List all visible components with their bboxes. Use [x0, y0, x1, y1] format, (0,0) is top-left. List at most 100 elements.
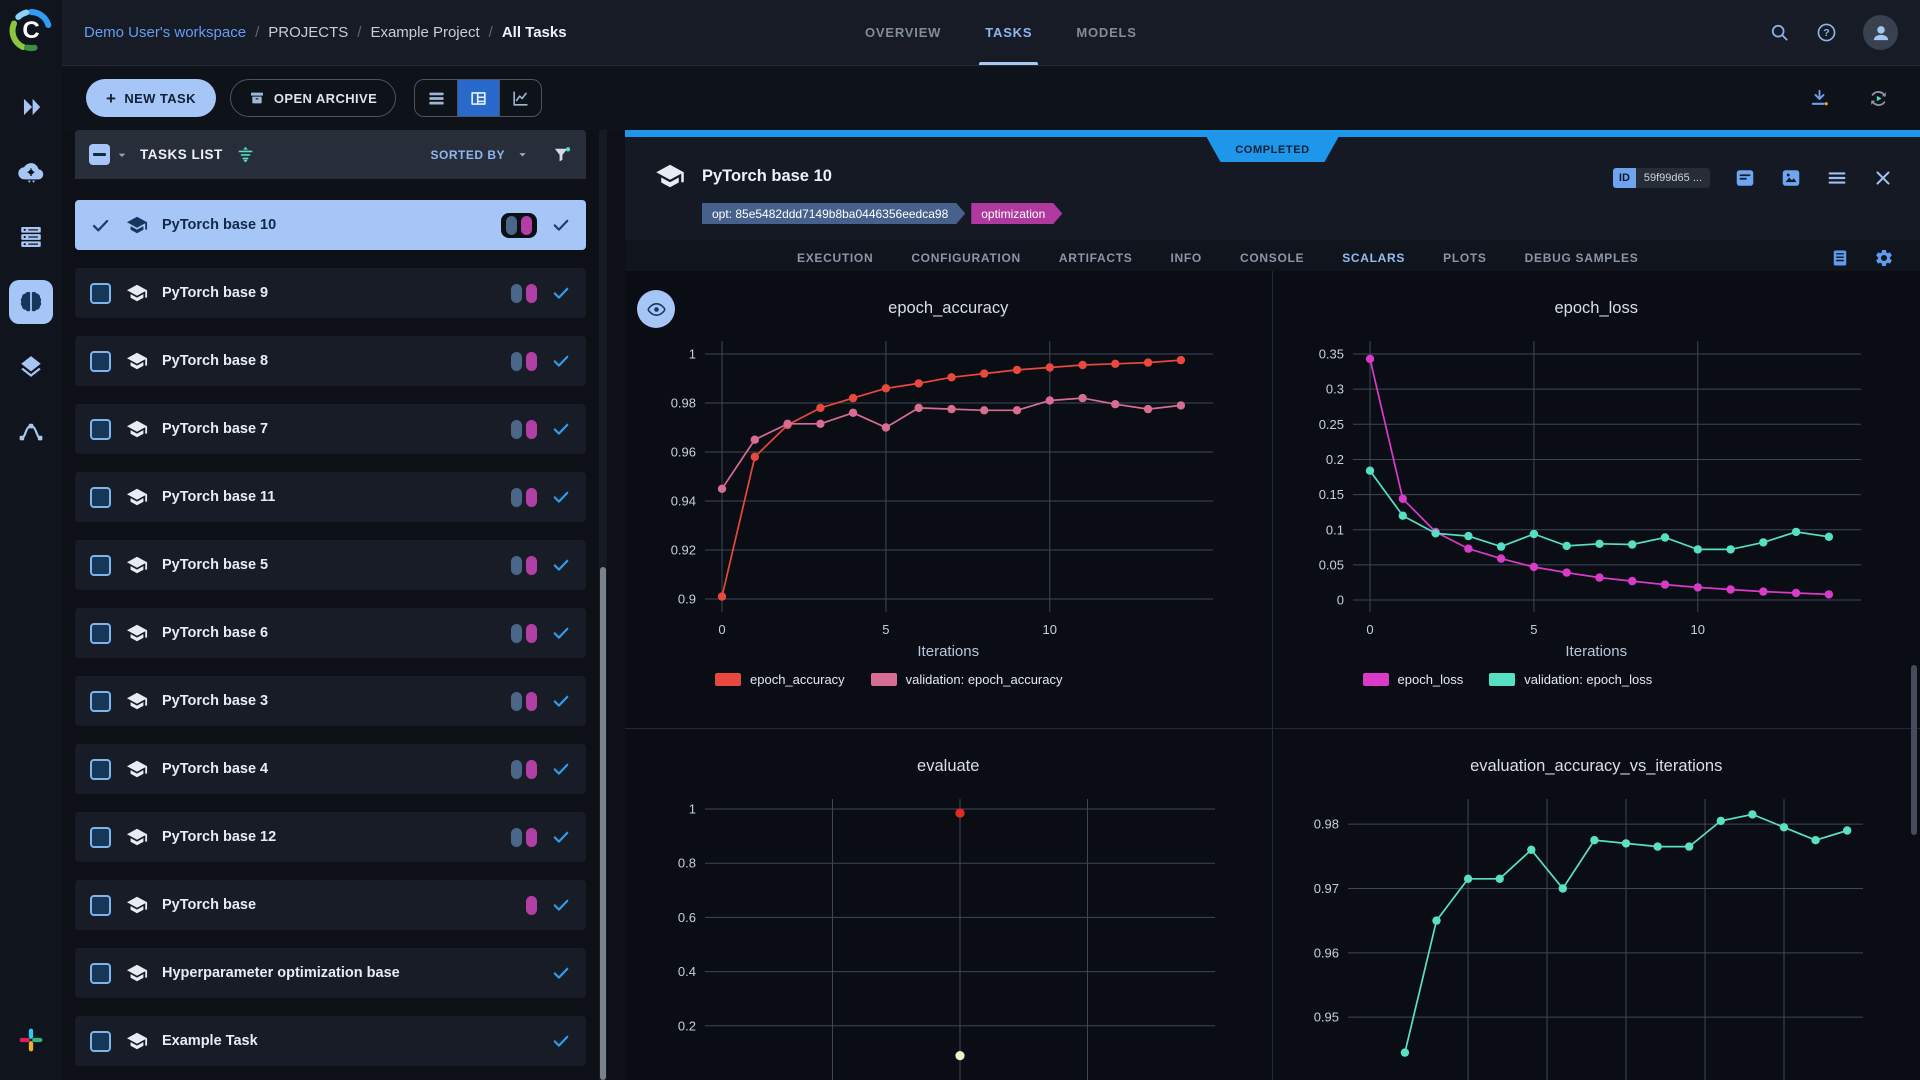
- task-row[interactable]: PyTorch base 4: [75, 744, 586, 794]
- task-row[interactable]: PyTorch base 7: [75, 404, 586, 454]
- svg-text:?: ?: [1823, 27, 1829, 39]
- metrics-table-icon[interactable]: [1830, 248, 1850, 268]
- chart-evaluation_accuracy_vs_iterations[interactable]: evaluation_accuracy_vs_iterations0.950.9…: [1273, 729, 1920, 1080]
- help-icon[interactable]: ?: [1816, 22, 1837, 43]
- task-checkbox[interactable]: [90, 555, 111, 576]
- task-checkbox[interactable]: [90, 1031, 111, 1052]
- image-icon[interactable]: [1780, 167, 1802, 189]
- new-task-label: NEW TASK: [124, 91, 196, 106]
- task-checkbox[interactable]: [90, 351, 111, 372]
- slack-icon: [18, 1027, 44, 1053]
- detail-panel-scrollbar[interactable]: [1911, 665, 1917, 835]
- gear-icon[interactable]: [1874, 248, 1894, 268]
- chart-plot[interactable]: 0.950.960.970.98: [1273, 785, 1920, 1080]
- task-row[interactable]: Example Task: [75, 1016, 586, 1066]
- legend-item[interactable]: validation: epoch_loss: [1489, 672, 1652, 687]
- svg-text:0.35: 0.35: [1318, 347, 1343, 362]
- split-view-button[interactable]: [457, 80, 499, 116]
- header-tab-overview[interactable]: OVERVIEW: [865, 0, 941, 65]
- scrollbar-thumb[interactable]: [600, 567, 606, 1080]
- tag-pill-slate: [506, 216, 517, 235]
- task-checkbox[interactable]: [90, 283, 111, 304]
- chart-plot[interactable]: 0.90.920.940.960.9810510: [625, 327, 1272, 639]
- task-tag[interactable]: opt: 85e5482ddd7149b8ba0446356eedca98: [702, 203, 965, 224]
- user-avatar[interactable]: [1863, 15, 1898, 50]
- comment-icon[interactable]: [1734, 167, 1756, 189]
- task-row[interactable]: PyTorch base 8: [75, 336, 586, 386]
- svg-text:0.9: 0.9: [678, 592, 696, 607]
- download-icon[interactable]: [1808, 87, 1831, 110]
- chart-epoch_loss[interactable]: epoch_loss00.050.10.150.20.250.30.350510…: [1273, 271, 1920, 729]
- open-archive-button[interactable]: OPEN ARCHIVE: [230, 79, 396, 117]
- task-name: PyTorch base 10: [162, 217, 276, 233]
- task-row[interactable]: Hyperparameter optimization base: [75, 948, 586, 998]
- breadcrumb-item[interactable]: Demo User's workspace: [84, 24, 246, 41]
- breadcrumb-item[interactable]: All Tasks: [502, 24, 567, 41]
- hide-show-metrics-button[interactable]: [637, 290, 675, 328]
- sidebar-item-autoscalers[interactable]: [9, 150, 53, 194]
- task-row[interactable]: PyTorch base 10: [75, 200, 586, 250]
- close-icon[interactable]: [1872, 167, 1894, 189]
- legend-item[interactable]: epoch_loss: [1363, 672, 1464, 687]
- slack-link[interactable]: [18, 1027, 44, 1058]
- sidebar-item-getting-started[interactable]: [9, 85, 53, 129]
- brain-icon: [18, 289, 44, 315]
- task-id-badge[interactable]: ID 59f99d65 ...: [1613, 168, 1710, 188]
- select-all-checkbox[interactable]: [89, 144, 110, 165]
- legend-item[interactable]: epoch_accuracy: [715, 672, 845, 687]
- header-tab-models[interactable]: MODELS: [1076, 0, 1136, 65]
- breadcrumb-item[interactable]: Example Project: [370, 24, 479, 41]
- task-checkbox[interactable]: [90, 487, 111, 508]
- task-checkbox[interactable]: [90, 419, 111, 440]
- menu-icon[interactable]: [1826, 167, 1848, 189]
- completed-check-icon: [551, 759, 571, 779]
- chart-view-button[interactable]: [499, 80, 541, 116]
- pipeline-icon: [18, 419, 44, 445]
- task-row[interactable]: PyTorch base 12: [75, 812, 586, 862]
- completed-check-icon: [551, 1031, 571, 1051]
- auto-refresh-icon[interactable]: [1867, 87, 1890, 110]
- sidebar-item-workers-queues[interactable]: [9, 215, 53, 259]
- sidebar-item-projects[interactable]: [9, 280, 53, 324]
- header-tab-tasks[interactable]: TASKS: [985, 0, 1032, 65]
- tag-pill-slate: [511, 624, 522, 643]
- chart-plot[interactable]: 0.20.40.60.81: [625, 785, 1272, 1080]
- breadcrumb-item[interactable]: PROJECTS: [268, 24, 348, 41]
- task-checkbox[interactable]: [90, 623, 111, 644]
- table-view-button[interactable]: [415, 80, 457, 116]
- chevron-down-icon[interactable]: [515, 147, 530, 162]
- sorted-by-dropdown[interactable]: SORTED BY: [430, 148, 505, 162]
- task-tag[interactable]: optimization: [971, 203, 1062, 224]
- task-checkbox[interactable]: [90, 895, 111, 916]
- task-checkbox[interactable]: [90, 691, 111, 712]
- chart-epoch_accuracy[interactable]: epoch_accuracy0.90.920.940.960.9810510It…: [625, 271, 1273, 729]
- task-row[interactable]: PyTorch base 5: [75, 540, 586, 590]
- archive-icon: [249, 90, 265, 106]
- svg-text:0.15: 0.15: [1318, 487, 1343, 502]
- clearml-logo[interactable]: C: [8, 7, 54, 53]
- task-name: PyTorch base 12: [162, 829, 276, 845]
- task-row[interactable]: PyTorch base 9: [75, 268, 586, 318]
- task-checkbox[interactable]: [90, 963, 111, 984]
- task-row[interactable]: PyTorch base 11: [75, 472, 586, 522]
- task-checkbox[interactable]: [90, 759, 111, 780]
- sidebar-item-pipelines[interactable]: [9, 410, 53, 454]
- sort-settings-icon[interactable]: [235, 144, 256, 165]
- new-task-button[interactable]: + NEW TASK: [86, 79, 216, 117]
- filter-funnel-icon[interactable]: [552, 145, 572, 165]
- legend-item[interactable]: validation: epoch_accuracy: [871, 672, 1063, 687]
- legend-swatch: [1489, 673, 1515, 686]
- task-row[interactable]: PyTorch base 3: [75, 676, 586, 726]
- chevron-down-icon[interactable]: [114, 147, 130, 163]
- chart-plot[interactable]: 00.050.10.150.20.250.30.350510: [1273, 327, 1920, 639]
- svg-text:0.2: 0.2: [1325, 452, 1343, 467]
- task-row[interactable]: PyTorch base: [75, 880, 586, 930]
- search-icon[interactable]: [1769, 22, 1790, 43]
- tasks-list-scrollbar[interactable]: [599, 130, 607, 1080]
- chart-evaluate[interactable]: evaluate0.20.40.60.81: [625, 729, 1273, 1080]
- task-name: PyTorch base 9: [162, 285, 268, 301]
- task-checkbox[interactable]: [90, 827, 111, 848]
- sidebar-item-datasets[interactable]: [9, 345, 53, 389]
- task-row[interactable]: PyTorch base 6: [75, 608, 586, 658]
- tag-pill-group: [511, 760, 537, 779]
